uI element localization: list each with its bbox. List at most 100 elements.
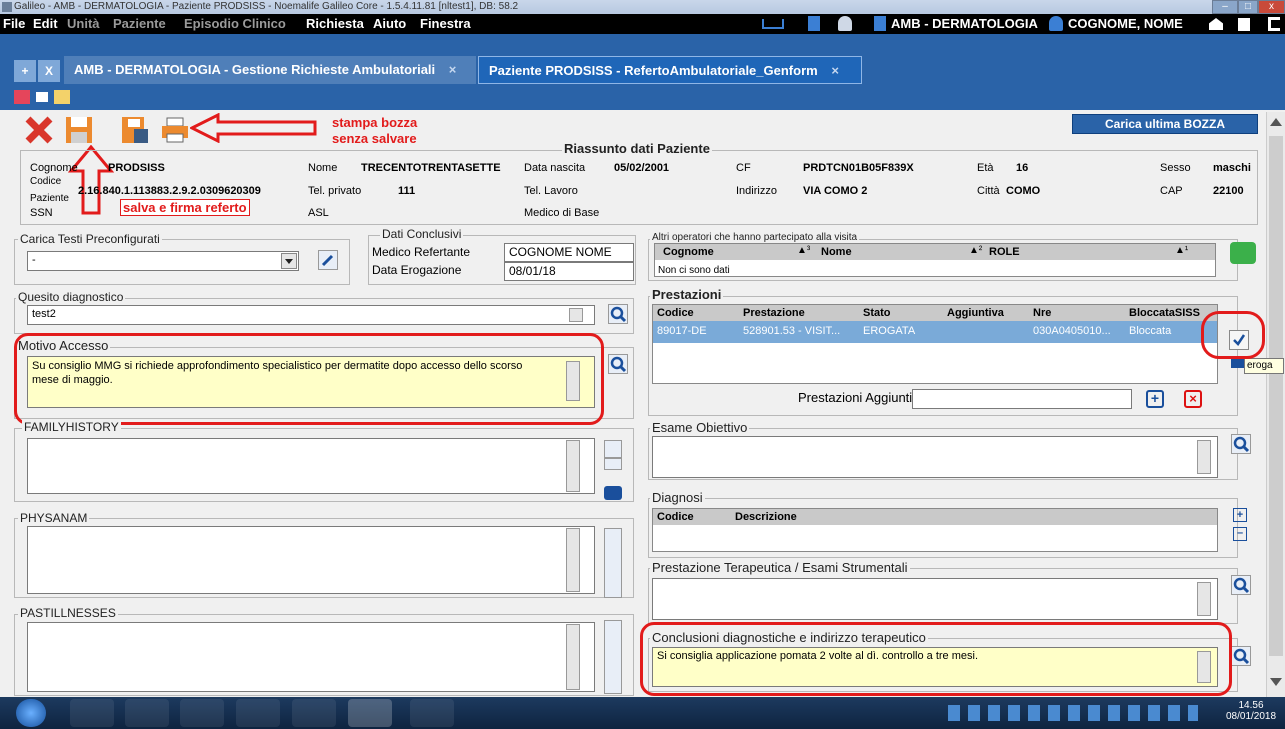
chevron-down-icon[interactable] xyxy=(281,253,297,269)
sesso-value: maschi xyxy=(1213,162,1251,174)
col-stato[interactable]: Stato xyxy=(863,307,891,319)
tab-close-icon[interactable]: × xyxy=(449,62,457,77)
esame-search-icon[interactable] xyxy=(1231,434,1251,454)
family-tool-icon[interactable] xyxy=(604,486,622,500)
close-all-tabs-button[interactable]: X xyxy=(38,60,60,82)
tab-referto-label: Paziente PRODSISS - RefertoAmbulatoriale… xyxy=(489,63,818,78)
app-icon xyxy=(2,2,12,12)
patient-summary-title: Riassunto dati Paziente xyxy=(562,141,712,156)
col-codice[interactable]: Codice xyxy=(657,511,694,523)
pencil-edit-icon[interactable] xyxy=(318,250,338,270)
save-sign-icon[interactable] xyxy=(64,115,94,145)
physanam-spinner[interactable] xyxy=(566,528,580,592)
mail-icon[interactable] xyxy=(14,90,30,104)
sort-indicator: ▲² xyxy=(969,245,983,256)
col-bloccata-siss[interactable]: BloccataSISS xyxy=(1129,307,1200,319)
esame-spinner[interactable] xyxy=(1197,440,1211,474)
clock[interactable]: 14.56 08/01/2018 xyxy=(1226,700,1276,722)
prestazioni-aggiuntive-field[interactable] xyxy=(912,389,1132,409)
terapeutica-textarea[interactable] xyxy=(652,578,1218,620)
galileo-icon[interactable] xyxy=(348,699,392,727)
logout-icon[interactable] xyxy=(1268,17,1280,31)
physanam-textarea[interactable] xyxy=(27,526,595,594)
chrome-icon[interactable] xyxy=(236,699,280,727)
col-nre[interactable]: Nre xyxy=(1033,307,1051,319)
menu-unita[interactable]: Unità xyxy=(67,16,100,31)
familyhistory-textarea[interactable] xyxy=(27,438,595,494)
camera-icon[interactable] xyxy=(34,90,50,104)
menu-richiesta[interactable]: Richiesta xyxy=(306,16,364,31)
bed-icon[interactable] xyxy=(762,19,784,29)
col-aggiuntiva[interactable]: Aggiuntiva xyxy=(947,307,1004,319)
media-icon[interactable] xyxy=(180,699,224,727)
ward-label: AMB - DERMATOLOGIA xyxy=(891,16,1038,31)
add-operator-icon[interactable] xyxy=(1230,242,1256,264)
col-descrizione[interactable]: Descrizione xyxy=(735,511,797,523)
medico-refertante-field[interactable]: COGNOME NOME xyxy=(504,243,634,262)
conclusioni-search-icon[interactable] xyxy=(1231,646,1251,666)
edit-note-icon[interactable] xyxy=(54,90,70,104)
cancel-icon[interactable] xyxy=(24,115,54,145)
carica-ultima-bozza-button[interactable]: Carica ultima BOZZA xyxy=(1072,114,1258,134)
col-cognome[interactable]: Cognome xyxy=(663,246,714,258)
pastillnesses-tool-icons[interactable] xyxy=(604,620,622,694)
scroll-up-icon[interactable] xyxy=(1270,118,1282,126)
cap-label: CAP xyxy=(1160,185,1183,197)
menu-finestra[interactable]: Finestra xyxy=(420,16,471,31)
add-prestazione-icon[interactable]: + xyxy=(1146,390,1164,408)
app-icon[interactable] xyxy=(410,699,454,727)
quesito-spinner[interactable] xyxy=(569,308,583,322)
physanam-tool-icons[interactable] xyxy=(604,528,622,598)
tab-referto[interactable]: Paziente PRODSISS - RefertoAmbulatoriale… xyxy=(478,56,862,84)
quesito-field[interactable]: test2 xyxy=(27,305,595,325)
col-prestazione[interactable]: Prestazione xyxy=(743,307,805,319)
minimize-button[interactable]: – xyxy=(1212,0,1238,14)
terapeutica-spinner[interactable] xyxy=(1197,582,1211,616)
tray-icons[interactable] xyxy=(948,705,1198,721)
menu-file[interactable]: File xyxy=(3,16,25,31)
maximize-button[interactable]: □ xyxy=(1238,0,1258,14)
vertical-scrollbar[interactable] xyxy=(1266,112,1285,697)
tab-gestione-richieste[interactable]: AMB - DERMATOLOGIA - Gestione Richieste … xyxy=(64,56,476,84)
remove-prestazione-icon[interactable]: × xyxy=(1184,390,1202,408)
ie-icon[interactable] xyxy=(70,699,114,727)
scroll-down-icon[interactable] xyxy=(1270,678,1282,686)
col-nome[interactable]: Nome xyxy=(821,246,852,258)
table-row[interactable]: 89017-DE 528901.53 - VISIT... EROGATA 03… xyxy=(653,321,1217,343)
esame-textarea[interactable] xyxy=(652,436,1218,478)
home-icon[interactable] xyxy=(1209,18,1223,30)
pastillnesses-spinner[interactable] xyxy=(566,624,580,690)
scroll-thumb[interactable] xyxy=(1269,136,1283,656)
new-tab-button[interactable]: + xyxy=(14,60,36,82)
testi-dropdown[interactable]: - xyxy=(27,251,299,271)
print-icon[interactable] xyxy=(160,115,190,145)
document-icon[interactable] xyxy=(808,16,820,31)
annotation-senza-salvare: senza salvare xyxy=(332,131,417,146)
close-window-button[interactable]: x xyxy=(1258,0,1285,14)
motivo-search-icon[interactable] xyxy=(608,354,628,374)
skype-icon[interactable] xyxy=(292,699,336,727)
remove-diagnosi-icon[interactable]: – xyxy=(1233,527,1247,541)
menu-paziente[interactable]: Paziente xyxy=(113,16,166,31)
annotation-stampa-bozza: stampa bozza xyxy=(332,115,418,130)
quesito-search-icon[interactable] xyxy=(608,304,628,324)
save-draft-icon[interactable] xyxy=(120,115,150,145)
col-codice[interactable]: Codice xyxy=(657,307,694,319)
family-camera-icon[interactable] xyxy=(604,458,622,470)
menu-edit[interactable]: Edit xyxy=(33,16,58,31)
family-edit-icon[interactable] xyxy=(604,440,622,458)
person-icon[interactable] xyxy=(838,16,852,31)
familyhistory-spinner[interactable] xyxy=(566,440,580,492)
add-diagnosi-icon[interactable]: + xyxy=(1233,508,1247,522)
tab-close-icon[interactable]: × xyxy=(831,63,839,78)
menu-aiuto[interactable]: Aiuto xyxy=(373,16,406,31)
explorer-icon[interactable] xyxy=(125,699,169,727)
col-role[interactable]: ROLE xyxy=(989,246,1020,258)
terapeutica-search-icon[interactable] xyxy=(1231,575,1251,595)
lock-icon[interactable] xyxy=(1238,18,1250,31)
data-erogazione-field[interactable]: 08/01/18 xyxy=(504,262,634,281)
menu-episodio-clinico[interactable]: Episodio Clinico xyxy=(184,16,286,31)
pastillnesses-textarea[interactable] xyxy=(27,622,595,692)
sort-indicator: ▲¹ xyxy=(1175,245,1189,256)
start-button-icon[interactable] xyxy=(16,699,46,727)
